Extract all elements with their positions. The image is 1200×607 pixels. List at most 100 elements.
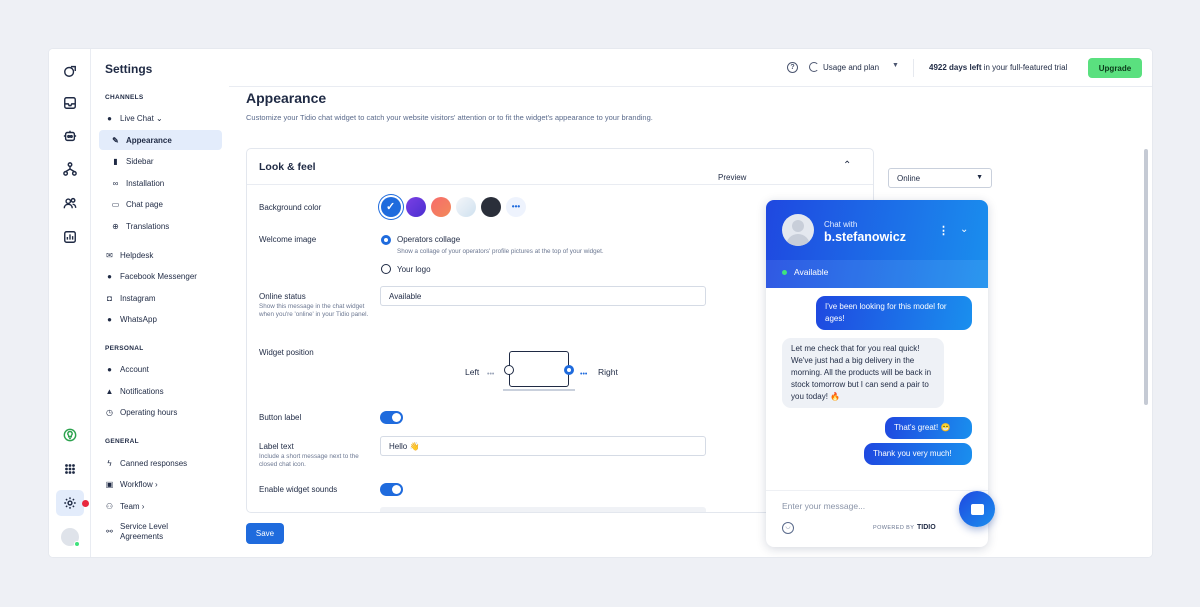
bolt-icon: ϟ xyxy=(107,458,112,468)
lightbulb-icon[interactable] xyxy=(60,425,80,445)
swatch-coral[interactable] xyxy=(431,197,451,217)
online-status-label: Online status xyxy=(259,292,306,301)
sidebar-item-canned-responses[interactable]: ϟ Canned responses xyxy=(99,453,222,473)
team-icon: ⚇ xyxy=(105,501,114,511)
instagram-icon: ◘ xyxy=(107,293,112,303)
online-dot xyxy=(782,270,787,275)
chevron-up-icon[interactable]: ⌃ xyxy=(843,160,851,171)
button-label-toggle[interactable] xyxy=(380,411,403,424)
swatch-dark[interactable] xyxy=(481,197,501,217)
label-text-input[interactable]: Hello 👋 xyxy=(380,436,706,456)
preview-status-select[interactable]: Online ▼ xyxy=(888,168,992,188)
radio-your-logo[interactable] xyxy=(381,264,391,274)
sidebar-item-sidebar[interactable]: ▮ Sidebar xyxy=(99,151,222,171)
sidebar-item-live-chat[interactable]: ● Live Chat ⌄ xyxy=(99,108,222,128)
main-content: Appearance Customize your Tidio chat wid… xyxy=(229,87,1152,557)
online-status-input[interactable]: Available xyxy=(380,286,706,306)
message-icon xyxy=(970,503,984,515)
operator-name: b.stefanowicz xyxy=(824,230,906,244)
scrollbar[interactable] xyxy=(1144,149,1148,405)
more-colors-button[interactable]: ••• xyxy=(506,197,526,217)
next-field xyxy=(380,507,706,512)
workflow-icon: ▣ xyxy=(105,479,114,489)
page-title: Settings xyxy=(105,62,153,76)
whatsapp-icon: ● xyxy=(107,314,112,324)
chat-widget-preview: Chat with b.stefanowicz ⋮ ⌄ Available I'… xyxy=(766,200,988,547)
chevron-down-icon[interactable]: ▼ xyxy=(892,62,899,69)
flows-icon[interactable] xyxy=(60,159,80,179)
radio-position-right[interactable] xyxy=(564,365,574,375)
user-icon: ● xyxy=(107,364,112,374)
message-visitor: I've been looking for this model for age… xyxy=(816,296,972,330)
widget-header: Chat with b.stefanowicz ⋮ ⌄ Available xyxy=(766,200,988,288)
position-left-label: Left xyxy=(465,367,480,377)
radio-operators-collage[interactable] xyxy=(381,235,391,245)
contacts-icon[interactable] xyxy=(60,193,80,213)
position-right-label: Right xyxy=(598,367,618,377)
chat-icon: ● xyxy=(107,113,112,123)
chevron-down-icon[interactable]: ⌄ xyxy=(960,224,968,235)
chevron-down-icon: ▼ xyxy=(976,174,983,181)
sidebar-item-whatsapp[interactable]: ● WhatsApp xyxy=(99,309,222,329)
button-label-label: Button label xyxy=(259,413,302,422)
swatch-purple[interactable] xyxy=(406,197,426,217)
analytics-icon[interactable] xyxy=(60,227,80,247)
settings-gear-icon[interactable] xyxy=(56,490,84,516)
chat-launcher-button[interactable] xyxy=(959,491,995,527)
powered-by-label: POWERED BY xyxy=(873,525,915,531)
sidebar-item-chat-page[interactable]: ▭ Chat page xyxy=(99,194,222,214)
save-button[interactable]: Save xyxy=(246,523,284,544)
widget-position-label: Widget position xyxy=(259,348,314,357)
sidebar-item-installation[interactable]: ∞ Installation xyxy=(99,173,222,193)
sidebar-item-workflow[interactable]: ▣ Workflow › xyxy=(99,474,222,494)
section-channels: CHANNELS xyxy=(105,94,144,101)
trial-status: 4922 days left in your full-featured tri… xyxy=(929,63,1068,72)
online-status-hint: Show this message in the chat widget whe… xyxy=(259,303,369,318)
sidebar-item-facebook-messenger[interactable]: ● Facebook Messenger xyxy=(99,266,222,286)
preview-label: Preview xyxy=(718,173,747,182)
more-vertical-icon[interactable]: ⋮ xyxy=(938,224,949,237)
sidebar-item-sla[interactable]: ⚯ Service Level Agreements xyxy=(99,519,222,545)
message-input[interactable]: Enter your message... xyxy=(782,501,865,511)
card-header[interactable]: Look & feel ⌃ xyxy=(247,149,873,185)
swatch-blue[interactable]: ✓ xyxy=(381,197,401,217)
dashboard-icon[interactable] xyxy=(60,61,80,81)
sidebar-item-appearance[interactable]: ✎ Appearance xyxy=(99,130,222,150)
icon-rail xyxy=(49,49,91,557)
bell-icon: ▲ xyxy=(105,386,114,396)
dots-right: ••• xyxy=(580,371,588,378)
operators-collage-label: Operators collage xyxy=(397,235,461,244)
bot-icon[interactable] xyxy=(60,126,80,146)
operators-collage-hint: Show a collage of your operators' profil… xyxy=(397,248,604,255)
usage-and-plan-button[interactable]: Usage and plan xyxy=(809,62,879,72)
swatch-light[interactable] xyxy=(456,197,476,217)
emoji-icon[interactable]: ◡ xyxy=(782,522,794,534)
sidebar-item-notifications[interactable]: ▲ Notifications xyxy=(99,381,222,401)
label-text-hint: Include a short message next to the clos… xyxy=(259,453,359,468)
apps-grid-icon[interactable] xyxy=(60,459,80,479)
message-operator: Let me check that for you real quick! We… xyxy=(782,338,944,408)
sla-icon: ⚯ xyxy=(106,527,113,536)
section-description: Customize your Tidio chat widget to catc… xyxy=(246,113,653,122)
divider xyxy=(913,59,914,77)
settings-alert-dot xyxy=(82,500,89,507)
usage-icon xyxy=(809,62,819,72)
sidebar-item-instagram[interactable]: ◘ Instagram xyxy=(99,288,222,308)
radio-position-left[interactable] xyxy=(504,365,514,375)
widget-sounds-toggle[interactable] xyxy=(380,483,403,496)
inbox-icon[interactable] xyxy=(60,93,80,113)
sidebar-item-team[interactable]: ⚇ Team › xyxy=(99,496,222,516)
section-personal: PERSONAL xyxy=(105,345,144,352)
availability-status: Available xyxy=(794,267,829,277)
your-logo-label: Your logo xyxy=(397,265,431,274)
sidebar-item-account[interactable]: ● Account xyxy=(99,359,222,379)
link-icon: ∞ xyxy=(112,178,119,188)
widget-sounds-label: Enable widget sounds xyxy=(259,485,338,494)
sidebar-item-translations[interactable]: ⊕ Translations xyxy=(99,216,222,236)
messenger-icon: ● xyxy=(107,271,112,281)
help-icon[interactable]: ? xyxy=(787,62,798,73)
sidebar-item-operating-hours[interactable]: ◷ Operating hours xyxy=(99,402,222,422)
avatar[interactable] xyxy=(60,527,80,547)
upgrade-button[interactable]: Upgrade xyxy=(1088,58,1142,78)
sidebar-item-helpdesk[interactable]: ✉ Helpdesk xyxy=(99,245,222,265)
